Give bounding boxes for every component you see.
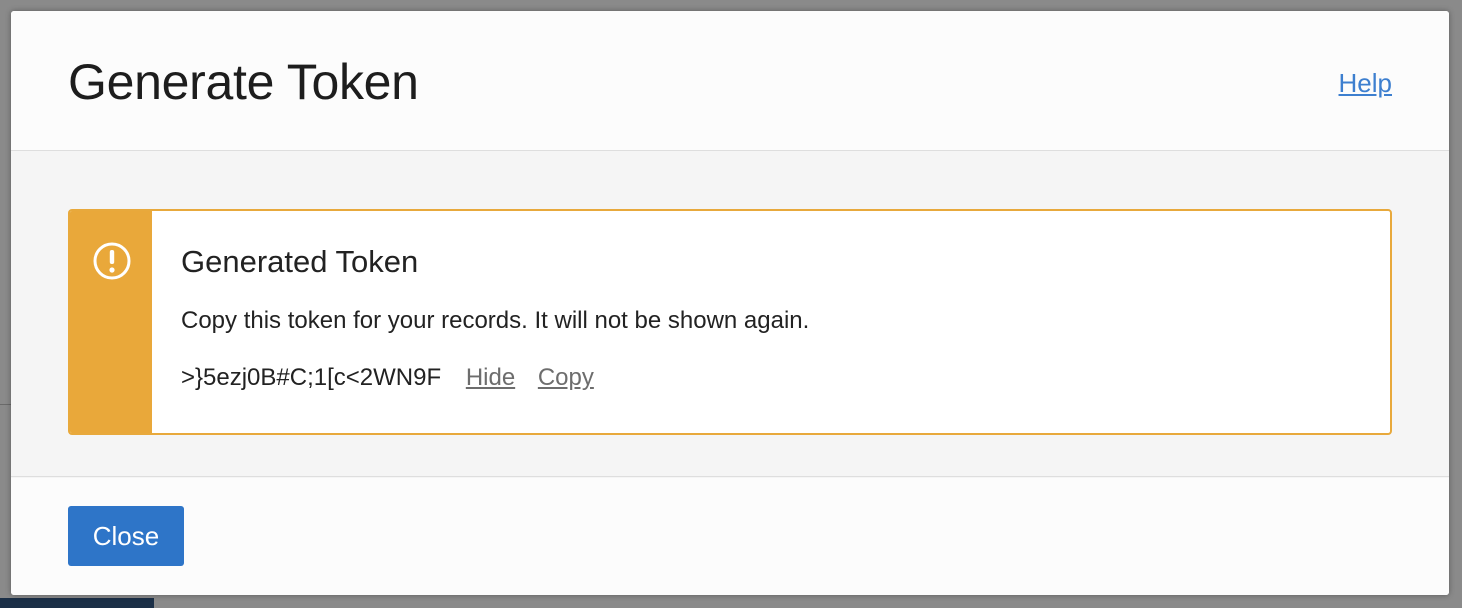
help-link[interactable]: Help <box>1339 68 1392 99</box>
hide-token-link[interactable]: Hide <box>466 364 515 391</box>
copy-token-link[interactable]: Copy <box>538 364 594 391</box>
generate-token-dialog: Generate Token Help Generated Token Copy… <box>11 11 1449 595</box>
background-panel <box>0 598 154 608</box>
generated-token-notice: Generated Token Copy this token for your… <box>68 209 1392 435</box>
token-row: >}5ezj0B#C;1[c<2WN9F Hide Copy <box>181 362 809 393</box>
token-value: >}5ezj0B#C;1[c<2WN9F <box>181 364 442 392</box>
dialog-header: Generate Token Help <box>11 11 1449 151</box>
dialog-body: Generated Token Copy this token for your… <box>11 152 1449 477</box>
notice-content: Generated Token Copy this token for your… <box>181 244 810 393</box>
dialog-title: Generate Token <box>68 54 419 110</box>
dialog-footer: Close <box>11 478 1449 595</box>
notice-message: Copy this token for your records. It wil… <box>181 307 810 335</box>
close-button[interactable]: Close <box>68 506 184 566</box>
notice-accent-bar <box>70 211 152 433</box>
warning-circle-icon <box>93 242 131 280</box>
notice-title: Generated Token <box>181 244 419 279</box>
